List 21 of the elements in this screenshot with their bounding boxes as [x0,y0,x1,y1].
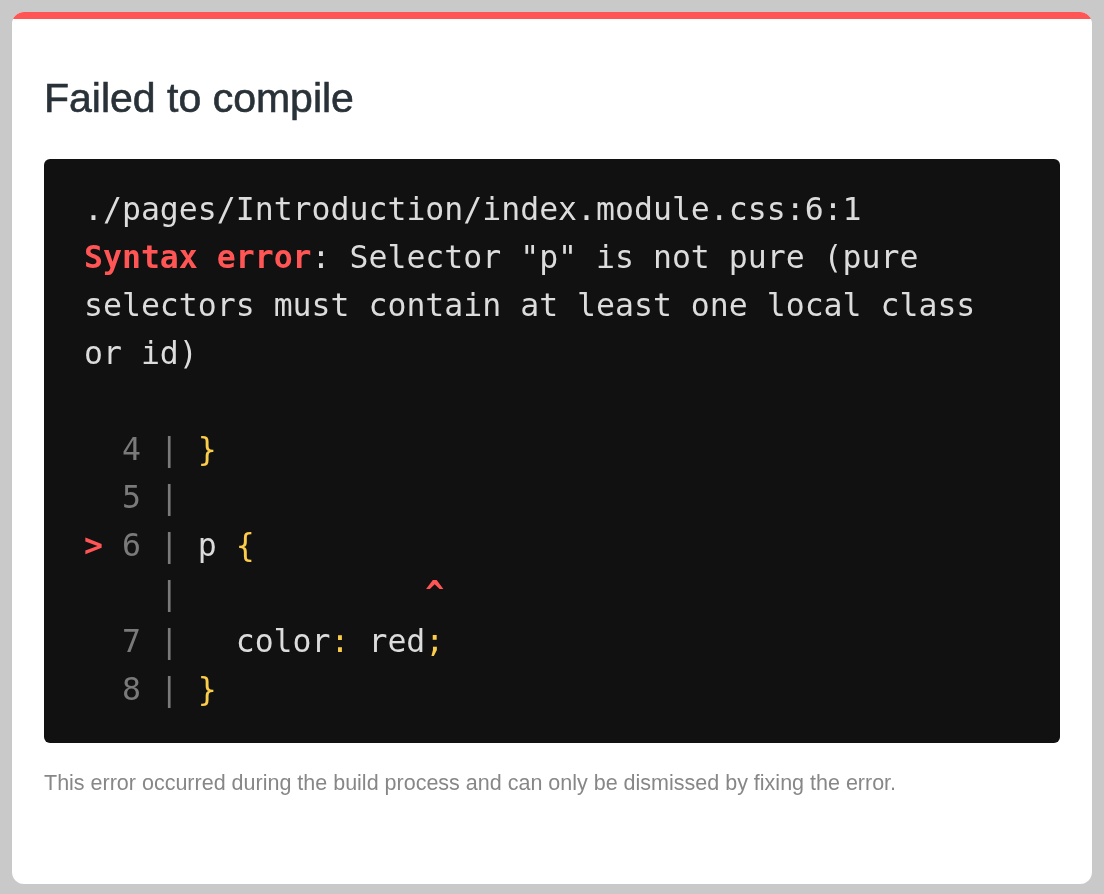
file-path: ./pages/Introduction/index.module.css:6:1 [84,190,863,229]
gutter-separator-text: | [159,574,179,614]
line-marker: > [84,526,104,565]
line-number: 7 [121,622,141,661]
line-number: 6 [121,526,141,565]
line-number: 4 [121,430,141,469]
gutter-separator-text: | [159,430,179,470]
gutter-separator-text: | [159,670,179,710]
line-number: 5 [121,478,141,517]
gutter-separator-text: | [159,478,179,518]
footer-note: This error occurred during the build process and can only be dismissed by fixing the error. [44,770,898,797]
error-message: Syntax error: Selector "p" is not pure (pure selectors must contain at least one local class or id) [84,238,977,373]
line-number: 8 [121,670,141,709]
gutter-separator-text: | [159,622,179,662]
code-line: p { [197,526,255,565]
dialog-title: Failed to compile [44,74,355,121]
code-line: } [197,430,217,469]
gutter-separator-text: | [159,526,179,566]
code-line: } [197,670,217,709]
code-line: color: red; [234,622,445,661]
code-line: ^ [424,574,445,613]
